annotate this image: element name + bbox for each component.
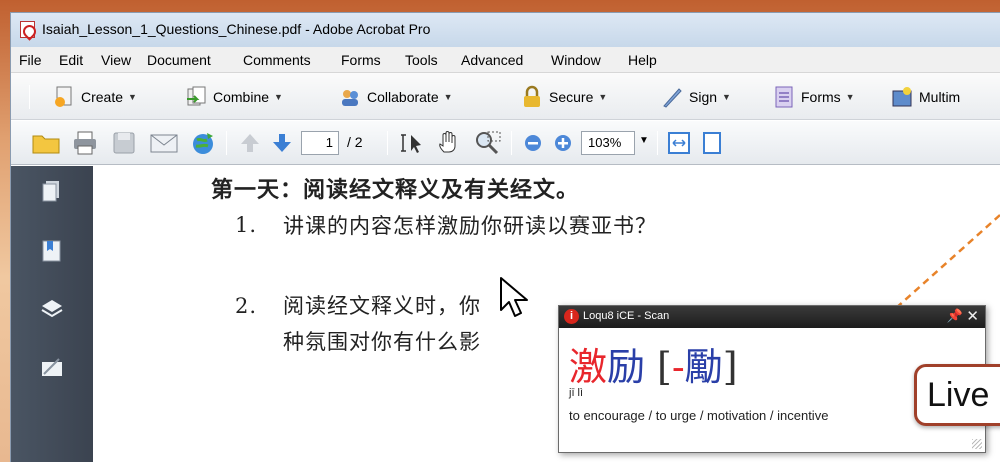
web-globe-icon[interactable]	[189, 130, 217, 156]
email-icon[interactable]	[149, 130, 179, 156]
pdf-file-icon	[20, 21, 35, 38]
resize-grip[interactable]	[972, 439, 982, 449]
char-li: 励	[607, 345, 646, 389]
question-1-text: 讲课的内容怎样激励你研读以赛亚书？	[283, 214, 657, 238]
chevron-down-icon: ▼	[598, 92, 608, 102]
chevron-down-icon: ▼	[274, 92, 283, 102]
close-icon[interactable]: ✕	[966, 307, 979, 325]
open-folder-icon[interactable]	[31, 130, 61, 156]
menu-file[interactable]: File	[19, 52, 42, 68]
save-icon[interactable]	[111, 130, 137, 156]
fit-width-icon[interactable]	[665, 130, 693, 156]
question-2-line-2: 种氛围对你有什么影	[283, 330, 481, 354]
chevron-down-icon: ▼	[722, 92, 731, 102]
combine-icon	[187, 86, 206, 106]
question-1-number: 1.	[235, 213, 258, 237]
lock-icon	[524, 85, 540, 107]
pen-icon	[663, 88, 682, 108]
live-callout-box: Live	[914, 364, 1000, 426]
mouse-cursor-icon	[500, 277, 528, 317]
signatures-icon[interactable]	[39, 354, 65, 380]
menu-help[interactable]: Help	[628, 52, 657, 68]
combine-button[interactable]: Combine ▼	[185, 83, 283, 111]
collaborate-button[interactable]: Collaborate ▼	[339, 83, 453, 111]
page-number-input[interactable]: 1	[301, 131, 339, 155]
menu-tools[interactable]: Tools	[405, 52, 438, 68]
marquee-zoom-icon[interactable]	[473, 130, 503, 156]
popup-title: Loqu8 iCE - Scan	[583, 310, 670, 322]
menu-bar: File Edit View Document Comments Forms T…	[11, 47, 1000, 73]
zoom-out-icon[interactable]	[521, 130, 545, 156]
toolbar-grip	[29, 85, 30, 109]
pin-icon[interactable]: 📌	[947, 308, 963, 324]
info-icon: i	[564, 309, 579, 324]
page-total: / 2	[347, 134, 363, 150]
previous-page-icon[interactable]	[237, 130, 263, 156]
title-bar: Isaiah_Lesson_1_Questions_Chinese.pdf - …	[11, 13, 1000, 47]
toolbar-separator	[226, 131, 227, 155]
live-label: Live	[927, 376, 990, 414]
form-icon	[775, 86, 793, 108]
zoom-in-icon[interactable]	[551, 130, 575, 156]
layers-icon[interactable]	[39, 296, 65, 322]
word-simplified: 激励	[569, 336, 645, 391]
hand-tool-icon[interactable]	[435, 130, 463, 156]
menu-window[interactable]: Window	[551, 52, 601, 68]
navigation-pane	[11, 166, 93, 462]
multimedia-icon	[892, 87, 912, 107]
window-title: Isaiah_Lesson_1_Questions_Chinese.pdf - …	[42, 21, 431, 37]
chevron-down-icon: ▼	[443, 92, 453, 102]
pages-icon[interactable]	[39, 178, 65, 204]
menu-comments[interactable]: Comments	[243, 52, 311, 68]
select-tool-icon[interactable]	[397, 130, 427, 156]
next-page-icon[interactable]	[269, 130, 295, 156]
create-button[interactable]: Create ▼	[53, 83, 137, 111]
question-2-line-1: 阅读经文释义时，你	[283, 294, 481, 318]
chevron-down-icon: ▼	[845, 92, 855, 102]
toolbar-separator	[511, 131, 512, 155]
toolbar-separator	[657, 131, 658, 155]
collaborate-icon	[342, 90, 358, 106]
popup-header[interactable]: i Loqu8 iCE - Scan 📌 ✕	[559, 306, 985, 328]
chevron-down-icon: ▼	[128, 92, 137, 102]
tasks-toolbar: Create ▼ Combine ▼ Collaborate ▼ Secure ▼ Si…	[11, 73, 1000, 120]
print-icon[interactable]	[71, 130, 99, 156]
menu-view[interactable]: View	[101, 52, 131, 68]
bookmarks-icon[interactable]	[39, 238, 65, 264]
forms-button[interactable]: Forms ▼	[773, 83, 855, 111]
multimedia-button[interactable]: Multim	[891, 83, 960, 111]
menu-edit[interactable]: Edit	[59, 52, 83, 68]
navigation-toolbar: 1 / 2 103% ▼	[11, 121, 1000, 165]
menu-forms[interactable]: Forms	[341, 52, 381, 68]
zoom-dropdown-icon[interactable]: ▼	[639, 135, 649, 161]
fit-page-icon[interactable]	[701, 130, 721, 156]
toolbar-separator	[387, 131, 388, 155]
secure-button[interactable]: Secure ▼	[521, 83, 607, 111]
word-traditional: [-勵]	[657, 345, 738, 389]
question-2-number: 2.	[235, 294, 258, 318]
pinyin: jī lì	[569, 387, 584, 399]
create-icon	[55, 86, 72, 107]
char-ji: 激	[569, 345, 608, 389]
menu-document[interactable]: Document	[147, 52, 211, 68]
sign-button[interactable]: Sign ▼	[661, 83, 731, 111]
lesson-heading: 第一天：阅读经文释义及有关经文。	[211, 177, 580, 203]
zoom-level-input[interactable]: 103%	[581, 131, 635, 155]
menu-advanced[interactable]: Advanced	[461, 52, 523, 68]
definition: to encourage / to urge / motivation / in…	[569, 408, 829, 423]
